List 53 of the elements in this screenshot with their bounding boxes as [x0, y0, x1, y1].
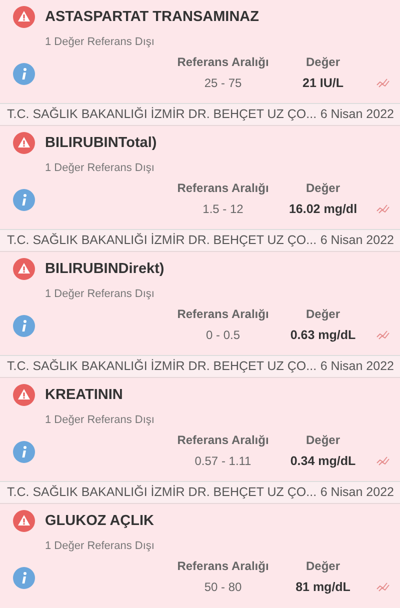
- trend-icon[interactable]: [376, 330, 390, 340]
- info-icon[interactable]: [13, 441, 35, 463]
- value-label: Değer: [304, 55, 341, 69]
- institution-name: T.C. SAĞLIK BAKANLIĞI İZMİR DR. BEHÇET UZ ÇO...: [7, 485, 317, 500]
- info-icon[interactable]: [13, 189, 35, 211]
- test-name: ASTASPARTAT TRANSAMINAZ: [45, 9, 259, 25]
- warning-icon: [13, 384, 35, 406]
- range-label: Referans Aralığı: [176, 433, 270, 447]
- value-label: Değer: [304, 307, 341, 321]
- range-label: Referans Aralığı: [176, 307, 270, 321]
- warning-icon: [13, 132, 35, 154]
- institution-name: T.C. SAĞLIK BAKANLIĞI İZMİR DR. BEHÇET UZ ÇO...: [7, 107, 317, 122]
- reference-range: 25 - 75: [203, 76, 243, 90]
- result-date: 6 Nisan 2022: [320, 485, 394, 500]
- trend-icon[interactable]: [376, 78, 390, 88]
- warning-icon: [13, 258, 35, 280]
- out-of-range-note: 1 Değer Referans Dışı: [45, 414, 156, 426]
- range-label: Referans Aralığı: [176, 55, 270, 69]
- range-label: Referans Aralığı: [176, 559, 270, 573]
- result-date: 6 Nisan 2022: [320, 107, 394, 122]
- test-name: BILIRUBINTotal): [45, 135, 157, 151]
- warning-icon: [13, 6, 35, 28]
- trend-icon[interactable]: [376, 204, 390, 214]
- result-value: 0.34 mg/dL: [289, 454, 357, 468]
- institution-name: T.C. SAĞLIK BAKANLIĞI İZMİR DR. BEHÇET UZ ÇO...: [7, 359, 317, 374]
- out-of-range-note: 1 Değer Referans Dışı: [45, 540, 156, 552]
- result-date: 6 Nisan 2022: [320, 359, 394, 374]
- test-name: BILIRUBINDirekt): [45, 261, 164, 277]
- value-label: Değer: [304, 181, 341, 195]
- value-label: Değer: [304, 433, 341, 447]
- trend-icon[interactable]: [376, 456, 390, 466]
- range-label: Referans Aralığı: [176, 181, 270, 195]
- out-of-range-note: 1 Değer Referans Dışı: [45, 288, 156, 300]
- result-value: 16.02 mg/dl: [288, 202, 358, 216]
- result-value: 81 mg/dL: [294, 580, 352, 594]
- info-icon[interactable]: [13, 315, 35, 337]
- trend-icon[interactable]: [376, 582, 390, 592]
- test-name: GLUKOZ AÇLIK: [45, 513, 154, 529]
- info-icon[interactable]: [13, 63, 35, 85]
- reference-range: 50 - 80: [203, 580, 243, 594]
- institution-name: T.C. SAĞLIK BAKANLIĞI İZMİR DR. BEHÇET UZ ÇO...: [7, 233, 317, 248]
- info-icon[interactable]: [13, 567, 35, 589]
- out-of-range-note: 1 Değer Referans Dışı: [45, 36, 156, 48]
- result-value: 21 IU/L: [302, 76, 344, 90]
- reference-range: 1.5 - 12: [202, 202, 244, 216]
- warning-icon: [13, 510, 35, 532]
- out-of-range-note: 1 Değer Referans Dışı: [45, 162, 156, 174]
- reference-range: 0.57 - 1.11: [194, 454, 252, 468]
- result-date: 6 Nisan 2022: [320, 233, 394, 248]
- reference-range: 0 - 0.5: [204, 328, 242, 342]
- test-name: KREATININ: [45, 387, 123, 403]
- result-value: 0.63 mg/dL: [289, 328, 357, 342]
- value-label: Değer: [304, 559, 341, 573]
